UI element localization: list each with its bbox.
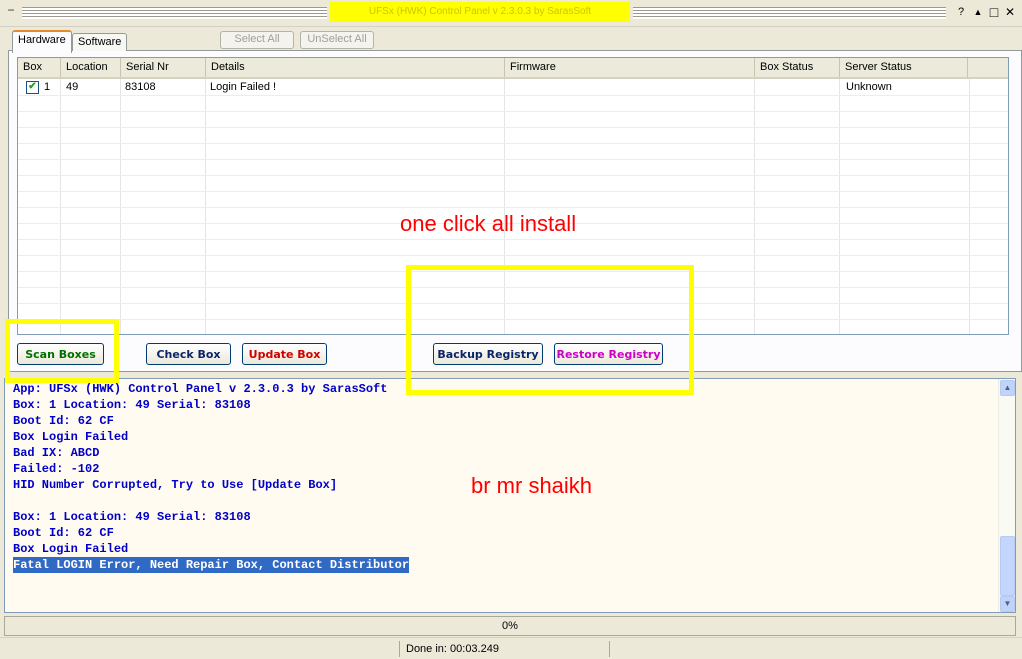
- title-grip-left: [22, 7, 327, 19]
- column-header-details[interactable]: Details: [206, 58, 505, 77]
- log-line: Failed: -102: [13, 462, 100, 476]
- maximize-icon[interactable]: □: [987, 5, 1001, 19]
- log-line: Boot Id: 62 CF: [13, 526, 114, 540]
- close-icon[interactable]: ✕: [1003, 5, 1017, 19]
- log-line: Boot Id: 62 CF: [13, 414, 114, 428]
- tab-hardware[interactable]: Hardware: [12, 30, 72, 53]
- status-bar: Done in: 00:03.249: [0, 637, 1022, 659]
- row-checkbox[interactable]: ✔: [26, 81, 39, 94]
- grid-row-line: [18, 319, 1008, 320]
- status-panel-empty: [610, 641, 1020, 657]
- status-panel-empty: [2, 641, 400, 657]
- restore-icon[interactable]: ▲: [971, 5, 985, 19]
- column-header-firmware[interactable]: Firmware: [505, 58, 755, 77]
- grid-row-line: [18, 191, 1008, 192]
- cell-location: 49: [66, 81, 79, 93]
- grid-row-line: [18, 175, 1008, 176]
- log-scrollbar[interactable]: ▲ ▼: [998, 379, 1015, 612]
- grid-row-line: [18, 239, 1008, 240]
- log-line: Box: 1 Location: 49 Serial: 83108: [13, 398, 251, 412]
- scroll-thumb[interactable]: [1000, 536, 1015, 596]
- table-row[interactable]: ✔ 1 49 83108 Login Failed ! Unknown: [18, 79, 1008, 95]
- overlay-credit-text: br mr shaikh: [471, 473, 593, 498]
- log-line: Box Login Failed: [13, 542, 129, 556]
- backup-registry-button[interactable]: Backup Registry: [433, 343, 543, 365]
- log-line: Box: 1 Location: 49 Serial: 83108: [13, 510, 251, 524]
- column-header-box-status[interactable]: Box Status: [755, 58, 840, 77]
- tab-software[interactable]: Software: [72, 33, 128, 51]
- log-line: App: UFSx (HWK) Control Panel v 2.3.0.3 …: [13, 382, 388, 396]
- restore-registry-button[interactable]: Restore Registry: [554, 343, 663, 365]
- grid-row-line: [18, 159, 1008, 160]
- log-line-selected: Fatal LOGIN Error, Need Repair Box, Cont…: [13, 557, 410, 573]
- cell-box: 1: [44, 81, 51, 93]
- grid-row-line: [18, 207, 1008, 208]
- scroll-down-icon[interactable]: ▼: [1000, 596, 1015, 612]
- column-header-server-status[interactable]: Server Status: [840, 58, 968, 77]
- scroll-up-icon[interactable]: ▲: [1000, 380, 1015, 396]
- check-box-button[interactable]: Check Box: [146, 343, 231, 365]
- update-box-button[interactable]: Update Box: [242, 343, 327, 365]
- column-header-box[interactable]: Box: [18, 58, 61, 77]
- log-line: Box Login Failed: [13, 430, 129, 444]
- cell-details: Login Failed !: [210, 81, 277, 93]
- cell-server-status: Unknown: [846, 81, 892, 93]
- box-list[interactable]: Box Location Serial Nr Details Firmware …: [17, 57, 1009, 335]
- select-all-button[interactable]: Select All: [220, 31, 294, 49]
- grid-row-line: [18, 255, 1008, 256]
- grid-row-line: [18, 111, 1008, 112]
- scan-boxes-button[interactable]: Scan Boxes: [17, 343, 104, 365]
- grid-row-line: [18, 271, 1008, 272]
- cell-serial: 83108: [125, 81, 156, 93]
- progress-bar: 0%: [4, 616, 1016, 636]
- unselect-all-button[interactable]: UnSelect All: [300, 31, 374, 49]
- grid-row-line: [18, 303, 1008, 304]
- overlay-one-click-text: one click all install: [400, 211, 577, 236]
- help-icon[interactable]: ?: [954, 5, 968, 19]
- title-grip-right: [633, 7, 946, 19]
- column-header-serial[interactable]: Serial Nr: [121, 58, 206, 77]
- log-line: Bad IX: ABCD: [13, 446, 100, 460]
- grid-row-line: [18, 287, 1008, 288]
- system-menu-icon[interactable]: −: [4, 4, 18, 18]
- log-line: HID Number Corrupted, Try to Use [Update…: [13, 478, 338, 492]
- grid-row-line: [18, 143, 1008, 144]
- column-header-location[interactable]: Location: [61, 58, 121, 77]
- status-done-time: Done in: 00:03.249: [400, 641, 610, 657]
- title-bar: − UFSx (HWK) Control Panel v 2.3.0.3 by …: [0, 0, 1022, 27]
- window-title: UFSx (HWK) Control Panel v 2.3.0.3 by Sa…: [330, 2, 630, 22]
- list-header: Box Location Serial Nr Details Firmware …: [18, 58, 1008, 79]
- grid-row-line: [18, 95, 1008, 96]
- grid-row-line: [18, 127, 1008, 128]
